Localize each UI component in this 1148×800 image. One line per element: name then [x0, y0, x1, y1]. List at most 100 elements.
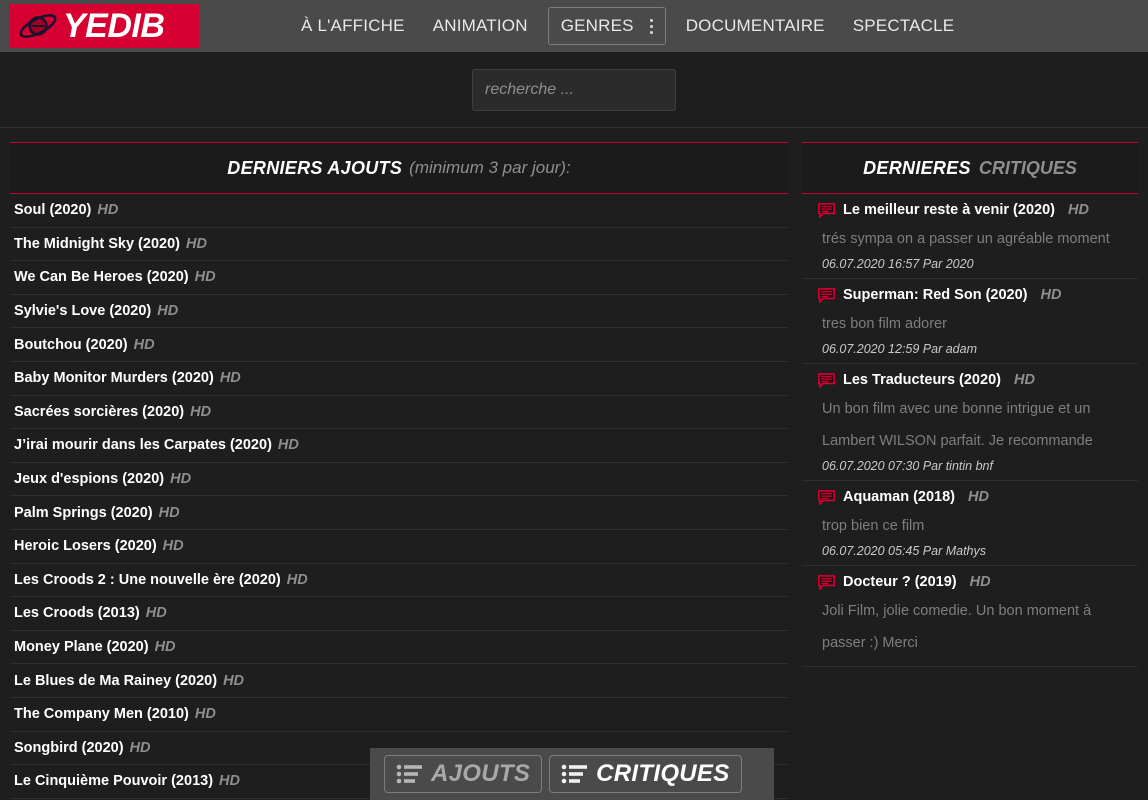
movie-list-item[interactable]: We Can Be Heroes (2020) HD: [10, 261, 788, 295]
critique-header[interactable]: Docteur ? (2019) HD: [804, 574, 1136, 590]
top-navigation-bar: YEDIB À L'AFFICHE ANIMATION GENRES DOCUM…: [0, 0, 1148, 52]
critique-body: Un bon film avec une bonne intrigue et u…: [822, 401, 1093, 449]
movie-title: J’irai mourir dans les Carpates (2020): [14, 437, 272, 454]
critique-header[interactable]: Superman: Red Son (2020) HD: [804, 287, 1136, 303]
kebab-menu-icon[interactable]: [649, 18, 653, 34]
movie-quality-badge: HD: [133, 336, 155, 353]
movie-quality-badge: HD: [129, 739, 151, 756]
movie-list-item[interactable]: The Company Men (2010) HD: [10, 698, 788, 732]
critique-meta: 06.07.2020 05:45 Par Mathys: [822, 544, 987, 558]
critique-quality-badge: HD: [968, 489, 989, 505]
comment-bubble-icon: [818, 489, 835, 505]
critique-list: Le meilleur reste à venir (2020) HD trés s…: [802, 194, 1138, 667]
comment-bubble-icon: [818, 574, 835, 590]
panel-title-critiques: DERNIERES: [863, 157, 971, 178]
movie-list-item[interactable]: Baby Monitor Murders (2020) HD: [10, 362, 788, 396]
toggle-button-ajouts[interactable]: AJOUTS: [384, 755, 543, 793]
movie-title: The Company Men (2010): [14, 706, 189, 723]
movie-list-item[interactable]: The Midnight Sky (2020) HD: [10, 228, 788, 262]
comment-bubble-icon: [818, 287, 835, 303]
movie-quality-badge: HD: [219, 370, 241, 387]
movie-title: Sacrées sorcières (2020): [14, 403, 185, 420]
search-input[interactable]: [472, 68, 676, 111]
movie-title: Sylvie's Love (2020): [14, 303, 152, 320]
logo-text: YEDIB: [63, 7, 165, 45]
movie-quality-badge: HD: [97, 202, 119, 219]
critique-body: tres bon film adorer: [822, 316, 947, 332]
movie-list-item[interactable]: Sylvie's Love (2020) HD: [10, 295, 788, 329]
movie-title: Le Cinquième Pouvoir (2013): [14, 773, 214, 790]
critique-item: Le meilleur reste à venir (2020) HD trés s…: [802, 194, 1138, 279]
critique-movie-title: Le meilleur reste à venir (2020): [843, 202, 1055, 218]
movie-list-item[interactable]: Le Blues de Ma Rainey (2020) HD: [10, 664, 788, 698]
planet-icon: [19, 14, 57, 38]
movie-list-item[interactable]: Money Plane (2020) HD: [10, 631, 788, 665]
movie-quality-badge: HD: [223, 672, 245, 689]
movie-quality-badge: HD: [185, 235, 207, 252]
panel-dernieres-critiques: DERNIERES CRITIQUES Le meilleur reste à …: [802, 142, 1138, 799]
movie-quality-badge: HD: [162, 538, 184, 555]
list-icon: [561, 764, 588, 784]
movie-list: Soul (2020) HD The Midnight Sky (2020) HD We…: [10, 194, 788, 799]
movie-title: Les Croods 2 : Une nouvelle ère (2020): [14, 571, 281, 588]
main-content: DERNIERS AJOUTS (minimum 3 par jour): So…: [0, 128, 1148, 799]
movie-title: Heroic Losers (2020): [14, 538, 157, 555]
movie-list-item[interactable]: Les Croods (2013) HD: [10, 597, 788, 631]
movie-list-item[interactable]: Boutchou (2020) HD: [10, 328, 788, 362]
movie-title: Palm Springs (2020): [14, 504, 153, 521]
movie-quality-badge: HD: [219, 773, 240, 790]
nav-item-genres[interactable]: GENRES: [547, 7, 666, 45]
panel-derniers-ajouts: DERNIERS AJOUTS (minimum 3 par jour): So…: [10, 142, 788, 799]
movie-quality-badge: HD: [154, 639, 176, 656]
critique-movie-title: Les Traducteurs (2020): [843, 372, 1001, 388]
movie-title: Boutchou (2020): [14, 336, 128, 353]
critique-meta: 06.07.2020 07:30 Par tintin bnf: [822, 459, 993, 473]
site-logo[interactable]: YEDIB: [9, 4, 199, 48]
critique-movie-title: Superman: Red Son (2020): [843, 287, 1028, 303]
critique-meta: 06.07.2020 16:57 Par 2020: [822, 257, 974, 271]
movie-list-item[interactable]: Palm Springs (2020) HD: [10, 496, 788, 530]
nav-item-documentaire[interactable]: DOCUMENTAIRE: [672, 6, 839, 46]
nav-item-animation[interactable]: ANIMATION: [419, 6, 542, 46]
movie-list-item[interactable]: Soul (2020) HD: [10, 194, 788, 228]
movie-list-item[interactable]: Sacrées sorcières (2020) HD: [10, 396, 788, 430]
panel-subtitle-ajouts: (minimum 3 par jour):: [409, 158, 571, 177]
critique-header[interactable]: Les Traducteurs (2020) HD: [804, 372, 1136, 388]
critique-item: Superman: Red Son (2020) HD tres bon film …: [802, 279, 1138, 364]
critique-quality-badge: HD: [1013, 372, 1035, 388]
critique-movie-title: Aquaman (2018): [843, 489, 956, 505]
nav-menu: À L'AFFICHE ANIMATION GENRES DOCUMENTAIR…: [287, 6, 968, 46]
movie-title: Le Blues de Ma Rainey (2020): [14, 672, 218, 689]
critique-quality-badge: HD: [1067, 202, 1089, 218]
movie-title: Money Plane (2020): [14, 639, 149, 656]
toggle-button-ajouts-label: AJOUTS: [431, 760, 531, 787]
movie-quality-badge: HD: [286, 571, 308, 588]
movie-list-item[interactable]: Les Croods 2 : Une nouvelle ère (2020) HD: [10, 564, 788, 598]
movie-quality-badge: HD: [194, 269, 216, 286]
critique-body: trés sympa on a passer un agréable momen…: [822, 231, 1110, 247]
movie-quality-badge: HD: [145, 605, 167, 622]
toggle-button-critiques[interactable]: CRITIQUES: [549, 755, 742, 793]
movie-title: Jeux d'espions (2020): [14, 471, 165, 488]
movie-list-item[interactable]: Heroic Losers (2020) HD: [10, 530, 788, 564]
panel-header-ajouts: DERNIERS AJOUTS (minimum 3 par jour):: [10, 142, 788, 194]
critique-movie-title: Docteur ? (2019): [843, 574, 957, 590]
movie-list-item[interactable]: Jeux d'espions (2020) HD: [10, 463, 788, 497]
floating-toggle-bar: AJOUTS CRITIQUES: [370, 748, 774, 800]
search-bar: [0, 52, 1148, 128]
critique-header[interactable]: Aquaman (2018) HD: [804, 489, 1136, 505]
list-icon: [396, 764, 422, 784]
movie-title: The Midnight Sky (2020): [14, 235, 180, 252]
movie-title: Baby Monitor Murders (2020): [14, 370, 214, 387]
panel-title-ajouts: DERNIERS AJOUTS: [227, 157, 403, 178]
movie-title: Songbird (2020): [14, 739, 124, 756]
movie-quality-badge: HD: [170, 471, 192, 488]
movie-quality-badge: HD: [157, 303, 179, 320]
nav-item-spectacle[interactable]: SPECTACLE: [839, 6, 969, 46]
nav-item-a-laffiche[interactable]: À L'AFFICHE: [287, 6, 419, 46]
movie-list-item[interactable]: J’irai mourir dans les Carpates (2020) HD: [10, 429, 788, 463]
comment-bubble-icon: [818, 202, 835, 218]
panel-title-critiques-2: CRITIQUES: [978, 157, 1077, 178]
critique-meta: 06.07.2020 12:59 Par adam: [822, 342, 977, 356]
critique-header[interactable]: Le meilleur reste à venir (2020) HD: [804, 202, 1136, 218]
